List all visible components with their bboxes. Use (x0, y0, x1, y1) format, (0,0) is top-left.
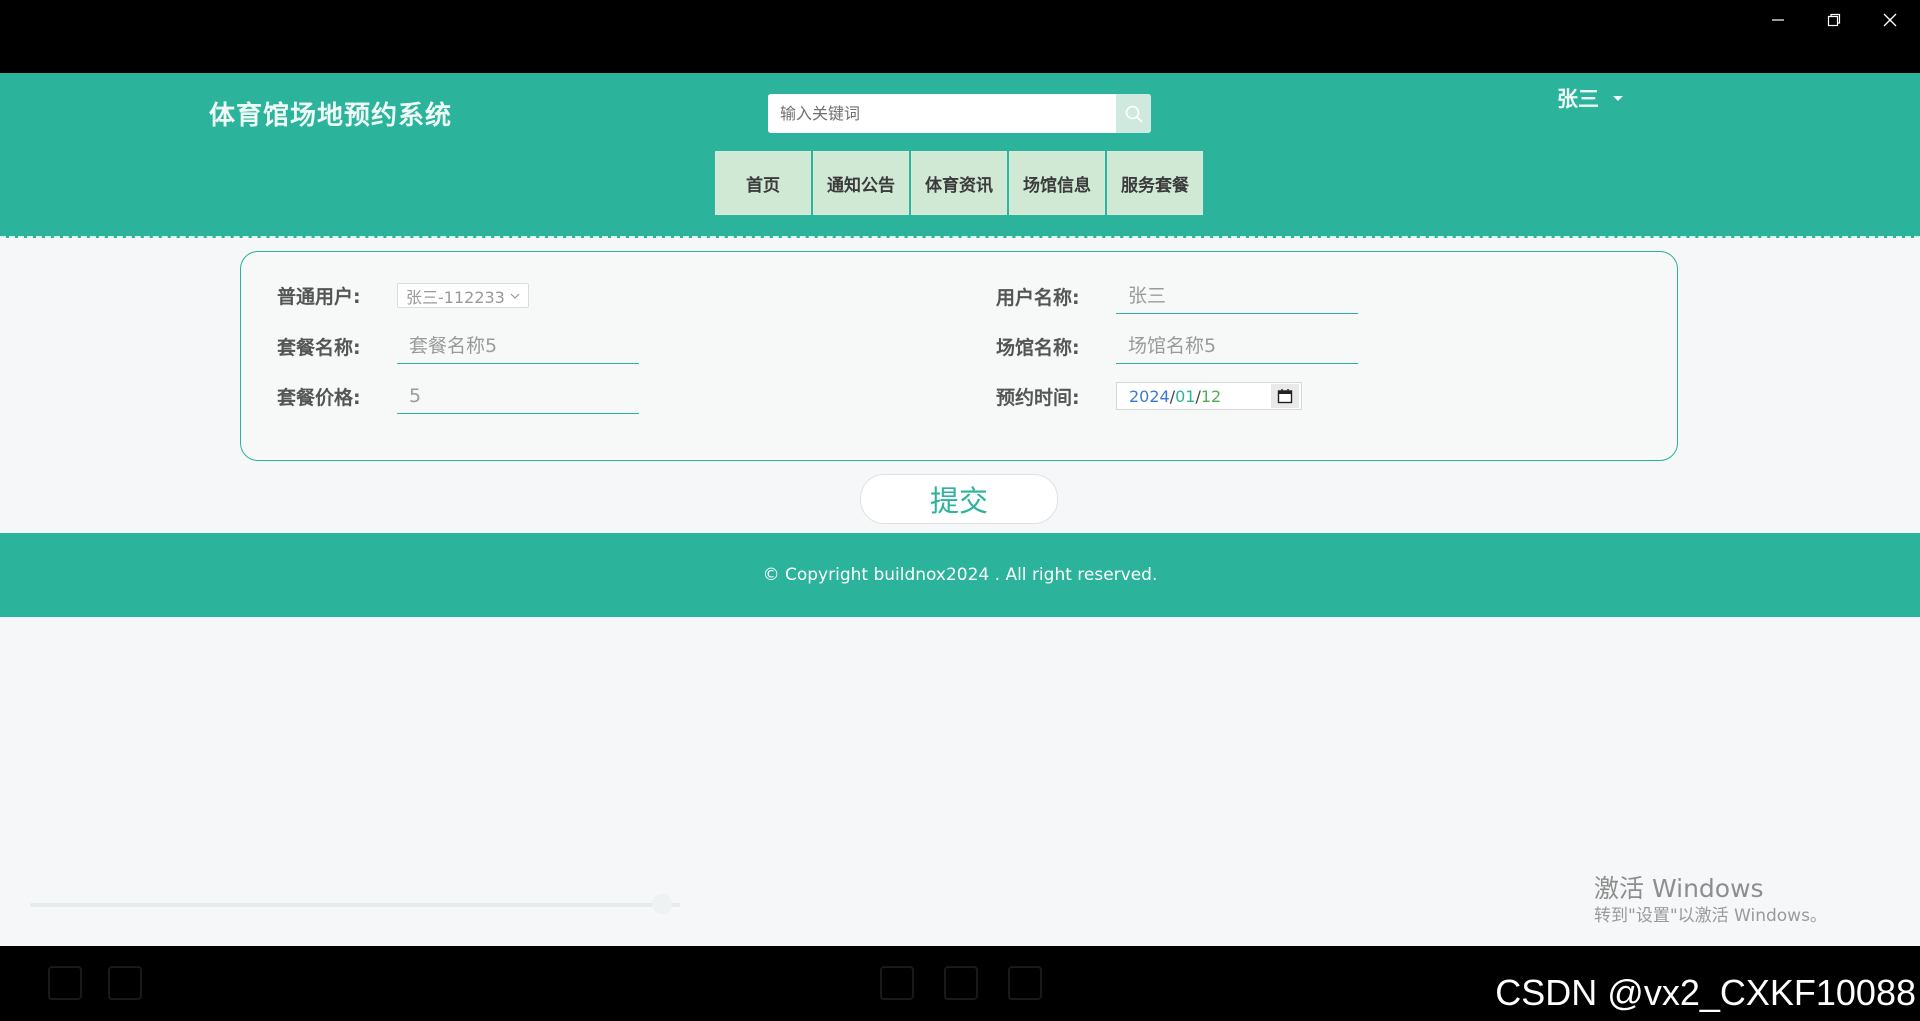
normal-user-select[interactable]: 张三-112233 (397, 283, 529, 308)
search-box (768, 94, 1151, 133)
app-viewport: 体育馆场地预约系统 张三 首页 通知公告 体育资讯 场馆信息 服务套餐 普通用户… (0, 73, 1920, 946)
minimize-button[interactable] (1758, 6, 1798, 34)
date-year: 2024 (1129, 386, 1170, 406)
date-day: 12 (1200, 386, 1222, 406)
back-icon[interactable] (880, 966, 914, 1000)
header-divider (0, 236, 1920, 239)
window-titlebar (0, 0, 1920, 73)
user-name-input[interactable] (1116, 278, 1358, 314)
nav-item-service-packages[interactable]: 服务套餐 (1107, 151, 1203, 215)
activation-watermark-title: 激活 Windows (1594, 874, 1764, 903)
package-price-label: 套餐价格: (277, 386, 361, 409)
chevron-down-icon (510, 293, 520, 299)
nav-item-sports-news[interactable]: 体育资讯 (911, 151, 1007, 215)
nav-item-venues[interactable]: 场馆信息 (1009, 151, 1105, 215)
calendar-button[interactable] (1271, 384, 1299, 408)
caret-down-icon (1613, 95, 1623, 101)
site-footer: © Copyright buildnox2024 . All right res… (0, 533, 1920, 617)
nav-item-home[interactable]: 首页 (715, 151, 811, 215)
home-icon[interactable] (944, 966, 978, 1000)
list-icon[interactable] (108, 966, 142, 1000)
user-menu[interactable]: 张三 (1557, 83, 1623, 113)
calendar-icon (1277, 389, 1293, 404)
restore-button[interactable] (1814, 6, 1854, 34)
normal-user-value: 张三-112233 (406, 287, 505, 307)
minimize-icon (1772, 19, 1784, 21)
user-name: 张三 (1557, 87, 1599, 111)
package-name-input[interactable] (397, 328, 639, 364)
field-package-price: 套餐价格: (277, 378, 639, 414)
bottom-toolbar: CSDN @vx2_CXKF10088 (0, 946, 1920, 1021)
horizontal-scrollbar-track[interactable] (30, 903, 680, 907)
user-name-label: 用户名称: (996, 286, 1080, 309)
normal-user-label: 普通用户: (277, 286, 361, 308)
search-icon (1125, 105, 1143, 123)
submit-button[interactable]: 提交 (860, 474, 1058, 524)
field-venue-name: 场馆名称: (996, 328, 1358, 364)
settings-icon[interactable] (48, 966, 82, 1000)
csdn-watermark: CSDN @vx2_CXKF10088 (1495, 972, 1916, 1013)
package-price-input[interactable] (397, 378, 639, 414)
booking-time-label: 预约时间: (996, 386, 1080, 409)
booking-date-input[interactable]: 2024 / 01 / 12 (1116, 382, 1302, 410)
activation-watermark-hint: 转到"设置"以激活 Windows。 (1594, 906, 1827, 926)
restore-icon (1827, 13, 1841, 27)
copyright-text: © Copyright buildnox2024 . All right res… (762, 565, 1158, 585)
nav-item-notices[interactable]: 通知公告 (813, 151, 909, 215)
scrollbar-thumb[interactable] (652, 894, 672, 914)
booking-form: 普通用户: 张三-112233 用户名称: 套餐名称: 场馆名称: 套餐价格: … (240, 251, 1678, 461)
refresh-icon[interactable] (1008, 966, 1042, 1000)
field-normal-user: 普通用户: 张三-112233 (277, 282, 529, 309)
search-input[interactable] (768, 94, 1108, 133)
close-button[interactable] (1870, 6, 1910, 34)
search-button[interactable] (1116, 94, 1151, 133)
venue-name-label: 场馆名称: (996, 336, 1080, 359)
field-booking-time: 预约时间: 2024 / 01 / 12 (996, 382, 1302, 410)
package-name-label: 套餐名称: (277, 336, 361, 359)
field-user-name: 用户名称: (996, 278, 1358, 314)
site-title[interactable]: 体育馆场地预约系统 (209, 95, 452, 132)
venue-name-input[interactable] (1116, 328, 1358, 364)
site-header: 体育馆场地预约系统 张三 首页 通知公告 体育资讯 场馆信息 服务套餐 (0, 73, 1920, 239)
field-package-name: 套餐名称: (277, 328, 639, 364)
main-nav: 首页 通知公告 体育资讯 场馆信息 服务套餐 (715, 151, 1203, 215)
date-month: 01 (1175, 386, 1196, 406)
close-icon (1883, 13, 1897, 27)
